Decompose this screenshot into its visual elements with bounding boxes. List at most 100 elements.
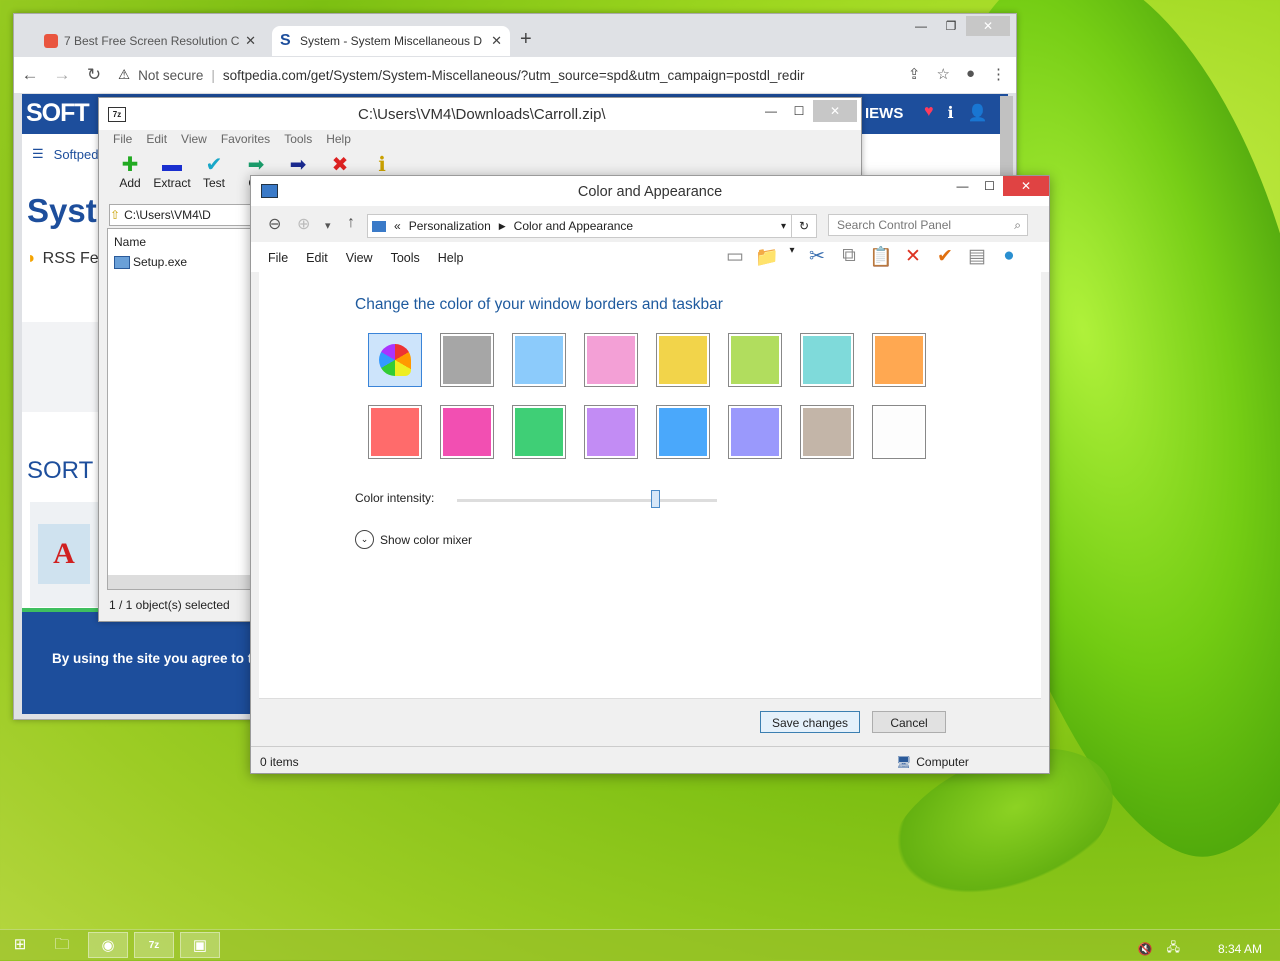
horizontal-scrollbar[interactable] <box>108 575 254 589</box>
toolbar-button-extract[interactable]: ▬ Extract <box>151 154 193 190</box>
up-icon[interactable]: ↑ <box>347 214 355 232</box>
color-swatch[interactable] <box>440 405 494 459</box>
back-icon[interactable]: ⊖ <box>268 214 281 234</box>
intensity-slider-track[interactable] <box>457 499 717 502</box>
file-explorer-icon[interactable]: 🗀 <box>42 932 82 958</box>
volume-muted-icon[interactable]: 🔇 <box>1138 942 1153 956</box>
dropdown-icon[interactable]: ▾ <box>781 221 786 232</box>
properties-icon[interactable]: ▤ <box>965 245 989 269</box>
globe-icon[interactable]: ● <box>997 245 1021 269</box>
sub-nav-label[interactable]: Softped <box>54 147 99 162</box>
address-bar[interactable]: ⚠ Not secure | softpedia.com/get/System/… <box>118 67 838 83</box>
search-icon[interactable]: ⌕ <box>1014 218 1021 233</box>
tab-system-misc[interactable]: S System - System Miscellaneous D ✕ <box>272 26 510 56</box>
menu-edit[interactable]: Edit <box>306 251 328 265</box>
refresh-button[interactable]: ↻ <box>791 214 817 238</box>
forward-icon[interactable]: ⊕ <box>297 214 310 234</box>
toolbar-button-test[interactable]: ✔ Test <box>193 154 235 190</box>
check-icon[interactable]: ✔ <box>933 245 957 269</box>
intensity-slider-thumb[interactable] <box>650 490 660 508</box>
profile-icon[interactable]: ● <box>966 65 975 83</box>
tab-close-icon[interactable]: ✕ <box>491 33 502 49</box>
color-swatch[interactable] <box>440 333 494 387</box>
menu-tools[interactable]: Tools <box>391 251 420 265</box>
color-swatch[interactable] <box>800 405 854 459</box>
breadcrumb-color-appearance[interactable]: Color and Appearance <box>514 219 633 233</box>
site-logo[interactable]: SOFT <box>26 99 90 128</box>
menu-help[interactable]: Help <box>326 132 351 146</box>
maximize-button[interactable]: ☐ <box>785 100 813 122</box>
color-swatch[interactable] <box>872 405 926 459</box>
new-tab-button[interactable]: + <box>520 28 532 51</box>
back-icon[interactable]: ← <box>14 65 46 85</box>
menu-view[interactable]: View <box>181 132 207 146</box>
menu-file[interactable]: File <box>268 251 288 265</box>
7zip-taskbar-icon[interactable]: 7z <box>134 932 174 958</box>
list-item[interactable]: Setup.exe <box>114 255 187 269</box>
column-name[interactable]: Name <box>114 235 146 249</box>
cancel-button[interactable]: Cancel <box>872 711 946 733</box>
folder-options-icon[interactable]: 📁 <box>755 245 779 269</box>
hamburger-icon[interactable]: ☰ <box>32 146 44 162</box>
maximize-button[interactable]: ❐ <box>936 16 966 36</box>
tab-close-icon[interactable]: ✕ <box>245 33 256 49</box>
show-color-mixer[interactable]: ⌄ Show color mixer <box>355 530 472 549</box>
toolbar-button-add[interactable]: ✚ Add <box>109 154 151 190</box>
menu-edit[interactable]: Edit <box>146 132 167 146</box>
minimize-button[interactable]: — <box>949 176 976 196</box>
share-icon[interactable]: ⇪ <box>908 65 921 83</box>
network-icon[interactable]: 🖧 <box>1167 938 1180 959</box>
cut-icon[interactable]: ✂ <box>805 245 829 269</box>
color-swatch[interactable] <box>656 405 710 459</box>
minimize-button[interactable]: — <box>757 100 785 122</box>
color-swatch[interactable] <box>368 405 422 459</box>
path-bar[interactable]: ⇧ C:\Users\VM4\D <box>109 204 261 226</box>
copy-icon[interactable]: ⧉ <box>837 245 861 269</box>
star-icon[interactable]: ☆ <box>936 65 949 83</box>
address-bar[interactable]: « Personalization ▶ Color and Appearance… <box>367 214 793 238</box>
forward-icon[interactable]: → <box>46 65 78 85</box>
menu-tools[interactable]: Tools <box>284 132 312 146</box>
news-link[interactable]: IEWS <box>865 105 903 122</box>
color-swatch[interactable] <box>728 405 782 459</box>
chrome-taskbar-icon[interactable]: ◉ <box>88 932 128 958</box>
breadcrumb-personalization[interactable]: Personalization <box>409 219 491 233</box>
tab-screen-resolution[interactable]: 7 Best Free Screen Resolution Ch ✕ <box>36 26 264 56</box>
info-icon[interactable]: ℹ <box>948 103 954 123</box>
menu-favorites[interactable]: Favorites <box>221 132 270 146</box>
rss-link[interactable]: ◗ RSS Fee <box>27 250 108 268</box>
delete-icon[interactable]: ✕ <box>901 245 925 269</box>
color-swatch[interactable] <box>584 333 638 387</box>
close-button[interactable]: ✕ <box>966 16 1010 36</box>
recent-chevron-icon[interactable]: ▾ <box>325 219 331 232</box>
automatic-color-swatch[interactable] <box>368 333 422 387</box>
color-swatch[interactable] <box>800 333 854 387</box>
heart-icon[interactable]: ♥ <box>924 103 934 123</box>
dropdown-icon[interactable]: ▾ <box>787 245 797 269</box>
menu-view[interactable]: View <box>346 251 373 265</box>
color-swatch[interactable] <box>512 333 566 387</box>
color-swatch[interactable] <box>512 405 566 459</box>
color-swatch[interactable] <box>728 333 782 387</box>
user-icon[interactable]: 👤 <box>968 103 988 123</box>
search-input[interactable]: Search Control Panel ⌕ <box>828 214 1028 236</box>
close-button[interactable]: ✕ <box>1003 176 1049 196</box>
scrollbar[interactable] <box>1000 96 1013 176</box>
menu-file[interactable]: File <box>113 132 132 146</box>
maximize-button[interactable]: ☐ <box>976 176 1003 196</box>
minimize-button[interactable]: — <box>906 16 936 36</box>
layout-icon[interactable]: ▭ <box>723 245 747 269</box>
color-swatch[interactable] <box>584 405 638 459</box>
start-button[interactable]: ⊞ <box>0 932 40 958</box>
menu-help[interactable]: Help <box>438 251 464 265</box>
color-swatch[interactable] <box>656 333 710 387</box>
color-swatch[interactable] <box>872 333 926 387</box>
folder-up-icon[interactable]: ⇧ <box>110 208 120 222</box>
paste-icon[interactable]: 📋 <box>869 245 893 269</box>
clock[interactable]: 8:34 AM <box>1218 942 1262 956</box>
control-panel-taskbar-icon[interactable]: ▣ <box>180 932 220 958</box>
save-changes-button[interactable]: Save changes <box>760 711 860 733</box>
reload-icon[interactable]: ↻ <box>78 65 110 85</box>
close-button[interactable]: ✕ <box>813 100 857 122</box>
menu-icon[interactable]: ⋮ <box>991 65 1006 83</box>
